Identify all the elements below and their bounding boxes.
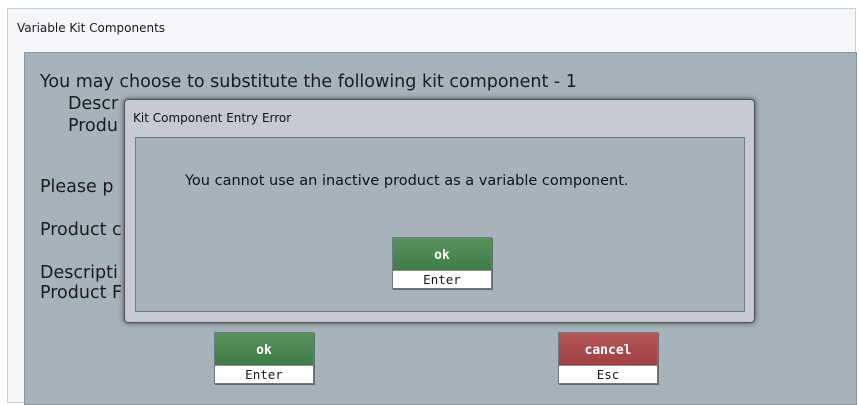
product-code-label: Product c <box>40 220 122 240</box>
dialog-content-panel: You cannot use an inactive product as a … <box>135 137 745 312</box>
substitute-message: You may choose to substitute the followi… <box>40 72 577 92</box>
dialog-ok-button-label: ok <box>393 238 491 272</box>
cancel-button-label: cancel <box>559 333 657 367</box>
product-field-label: Product F <box>40 283 123 303</box>
ok-button-shortcut: Enter <box>215 365 313 383</box>
description-label: Descr <box>68 94 119 114</box>
error-message: You cannot use an inactive product as a … <box>185 173 629 189</box>
please-label: Please p <box>40 177 114 197</box>
cancel-button-shortcut: Esc <box>559 365 657 383</box>
cancel-button[interactable]: cancel Esc <box>558 332 658 384</box>
kit-component-entry-error-dialog: Kit Component Entry Error You cannot use… <box>124 99 755 323</box>
dialog-title: Kit Component Entry Error <box>133 111 292 125</box>
product-label: Produ <box>68 116 118 136</box>
ok-button[interactable]: ok Enter <box>214 332 314 384</box>
window-title: Variable Kit Components <box>17 21 166 35</box>
dialog-ok-button-shortcut: Enter <box>393 270 491 288</box>
description-field-label: Descripti <box>40 263 118 283</box>
ok-button-label: ok <box>215 333 313 367</box>
dialog-ok-button[interactable]: ok Enter <box>392 237 492 289</box>
